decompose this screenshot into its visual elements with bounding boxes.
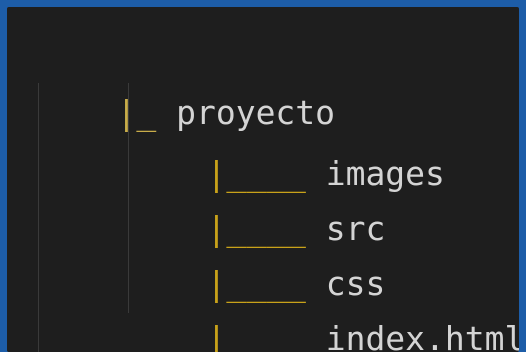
tree-line-src[interactable]: |____ src <box>127 151 519 248</box>
tree-line-root[interactable]: |_ proyecto <box>37 35 519 132</box>
tree-branch-glyph: |____ <box>206 319 326 352</box>
code-editor-panel[interactable]: |_ proyecto |____ images |____ src |____… <box>7 7 519 352</box>
tree-line-index-html[interactable]: |____ index.html <box>127 261 519 352</box>
file-name: index.html <box>325 319 519 352</box>
tree-line-css[interactable]: |____ css <box>127 206 519 303</box>
tree-line-images[interactable]: |____ images <box>127 96 519 193</box>
